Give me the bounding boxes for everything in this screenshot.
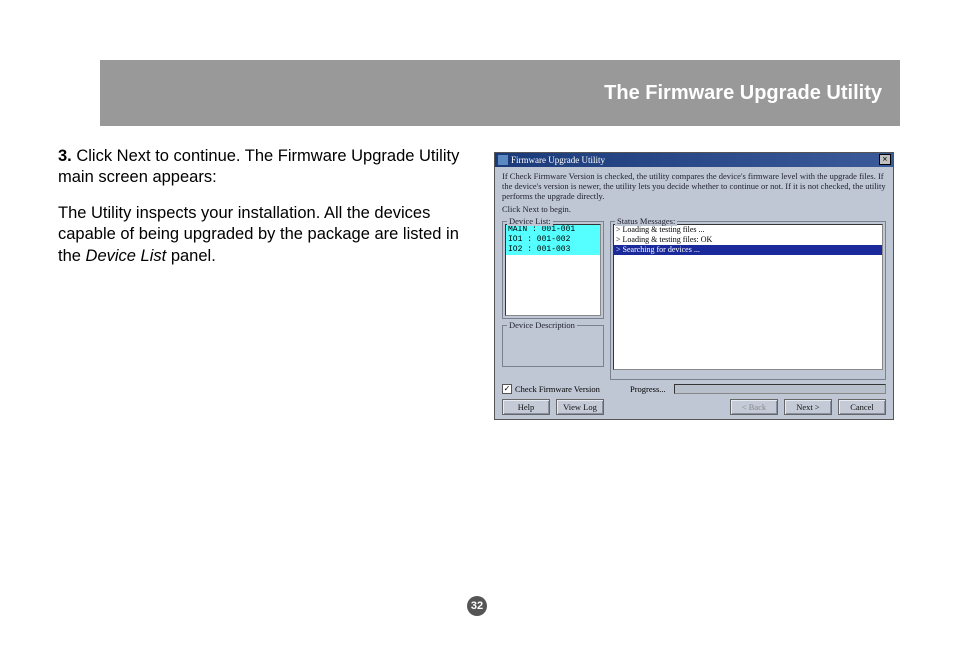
titlebar-text: Firmware Upgrade Utility [511, 155, 605, 165]
check-firmware-checkbox[interactable]: ✓ Check Firmware Version [502, 384, 622, 394]
button-row: Help View Log < Back Next > Cancel [502, 399, 886, 415]
desc-part-b: panel. [166, 247, 216, 265]
instruction-begin: Click Next to begin. [502, 204, 886, 214]
list-item[interactable]: IO2 : 001-003 [506, 245, 600, 255]
step-paragraph: 3. Click Next to continue. The Firmware … [58, 146, 468, 189]
right-column: Status Messages: > Loading & testing fil… [610, 217, 886, 380]
status-messages[interactable]: > Loading & testing files ... > Loading … [613, 224, 883, 370]
step-text: Click Next to continue. The Firmware Upg… [58, 147, 459, 186]
device-list-label: Device List: [507, 216, 553, 226]
status-fieldset: Status Messages: > Loading & testing fil… [610, 221, 886, 380]
options-row: ✓ Check Firmware Version Progress... [502, 384, 886, 394]
desc-emph: Device List [86, 247, 167, 265]
app-icon [498, 155, 508, 165]
status-label: Status Messages: [615, 216, 677, 226]
instruction-text: If Check Firmware Version is checked, th… [502, 172, 886, 201]
device-list[interactable]: MAIN : 001-001 IO1 : 001-002 IO2 : 001-0… [505, 224, 601, 316]
next-button-label: Next > [796, 402, 819, 412]
close-icon: × [882, 155, 887, 164]
back-button[interactable]: < Back [730, 399, 778, 415]
checkbox-label: Check Firmware Version [515, 384, 600, 394]
section-header: The Firmware Upgrade Utility [100, 60, 900, 126]
status-row: > Loading & testing files: OK [614, 235, 882, 245]
help-button-label: Help [518, 402, 535, 412]
check-icon: ✓ [504, 385, 511, 393]
list-item[interactable]: MAIN : 001-001 [506, 225, 600, 235]
help-button[interactable]: Help [502, 399, 550, 415]
step-number: 3. [58, 147, 72, 165]
left-column: Device List: MAIN : 001-001 IO1 : 001-00… [502, 217, 604, 380]
cancel-button[interactable]: Cancel [838, 399, 886, 415]
viewlog-button[interactable]: View Log [556, 399, 604, 415]
progress-label: Progress... [630, 384, 666, 394]
list-item[interactable]: IO1 : 001-002 [506, 235, 600, 245]
panels-row: Device List: MAIN : 001-001 IO1 : 001-00… [502, 217, 886, 380]
button-spacer [610, 399, 724, 415]
progress-bar [674, 384, 886, 394]
description-paragraph: The Utility inspects your installation. … [58, 203, 468, 267]
next-button[interactable]: Next > [784, 399, 832, 415]
status-row: > Loading & testing files ... [614, 225, 882, 235]
device-description-label: Device Description [507, 320, 577, 330]
device-description-fieldset: Device Description [502, 325, 604, 367]
close-button[interactable]: × [879, 154, 891, 165]
back-button-label: < Back [742, 402, 766, 412]
checkbox-box[interactable]: ✓ [502, 384, 512, 394]
titlebar: Firmware Upgrade Utility × [495, 153, 893, 167]
page-number-value: 32 [471, 600, 483, 612]
viewlog-button-label: View Log [563, 402, 597, 412]
window-content: If Check Firmware Version is checked, th… [495, 167, 893, 419]
section-title: The Firmware Upgrade Utility [604, 82, 882, 105]
firmware-upgrade-window: Firmware Upgrade Utility × If Check Firm… [494, 152, 894, 420]
body-text: 3. Click Next to continue. The Firmware … [58, 146, 468, 281]
status-row: > Searching for devices ... [614, 245, 882, 255]
cancel-button-label: Cancel [850, 402, 874, 412]
page-number: 32 [467, 596, 487, 616]
device-list-fieldset: Device List: MAIN : 001-001 IO1 : 001-00… [502, 221, 604, 319]
